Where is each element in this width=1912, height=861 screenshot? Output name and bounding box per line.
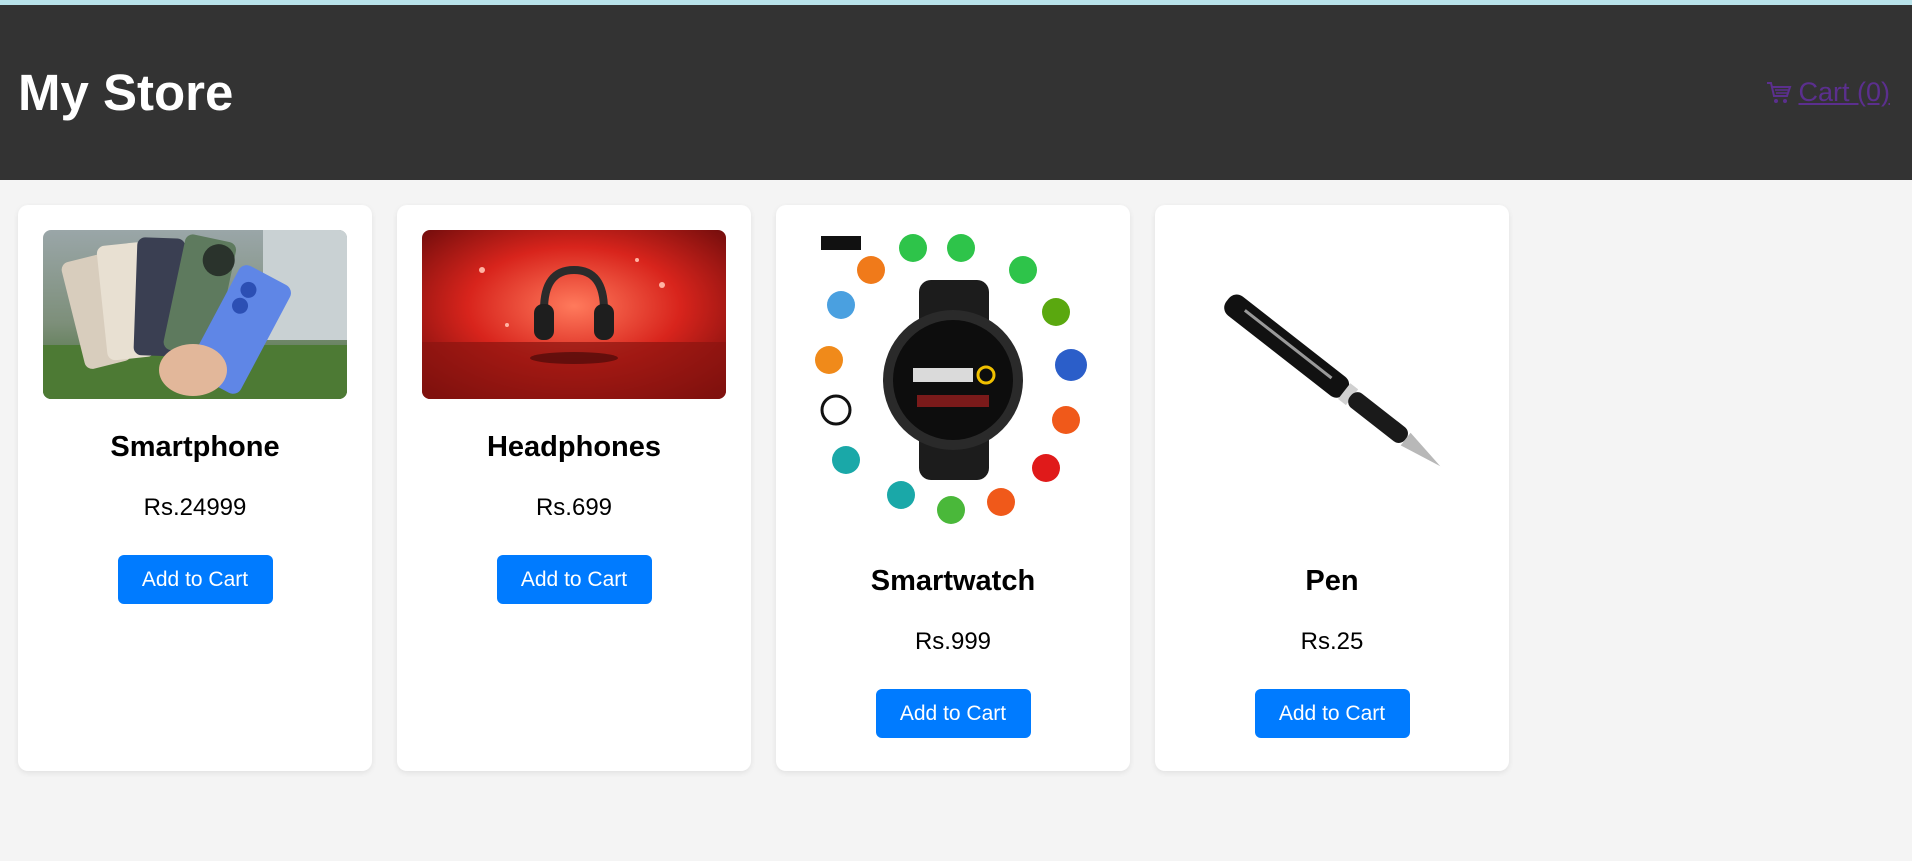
headphones-image: [422, 230, 726, 399]
smartphone-image: [43, 230, 347, 399]
store-title: My Store: [18, 64, 234, 121]
shopping-cart-icon: [1766, 81, 1792, 105]
add-to-cart-button[interactable]: Add to Cart: [1254, 689, 1410, 738]
cart-label: Cart (0): [1798, 77, 1890, 107]
add-to-cart-button[interactable]: Add to Cart: [496, 555, 652, 604]
product-price: Rs.25: [1300, 628, 1364, 655]
product-name: Pen: [1305, 565, 1359, 597]
product-name: Smartphone: [110, 431, 280, 463]
smartwatch-image: [801, 230, 1105, 533]
site-header: My Store Cart (0): [0, 5, 1912, 180]
product-card-smartwatch: Smartwatch Rs.999 Add to Cart: [776, 205, 1130, 771]
product-price: Rs.699: [535, 494, 613, 521]
product-card-pen: Pen Rs.25 Add to Cart: [1155, 205, 1509, 771]
product-name: Smartwatch: [870, 565, 1036, 597]
product-price: Rs.999: [914, 628, 992, 655]
product-grid: Smartphone Rs.24999 Add to Cart Headphon…: [0, 180, 1912, 796]
product-card-smartphone: Smartphone Rs.24999 Add to Cart: [18, 205, 372, 771]
cart-link[interactable]: Cart (0): [1766, 77, 1890, 108]
product-card-headphones: Headphones Rs.699 Add to Cart: [397, 205, 751, 771]
pen-image: [1180, 230, 1484, 533]
product-price: Rs.24999: [143, 494, 247, 521]
product-name: Headphones: [486, 431, 662, 463]
add-to-cart-button[interactable]: Add to Cart: [117, 555, 273, 604]
add-to-cart-button[interactable]: Add to Cart: [875, 689, 1031, 738]
